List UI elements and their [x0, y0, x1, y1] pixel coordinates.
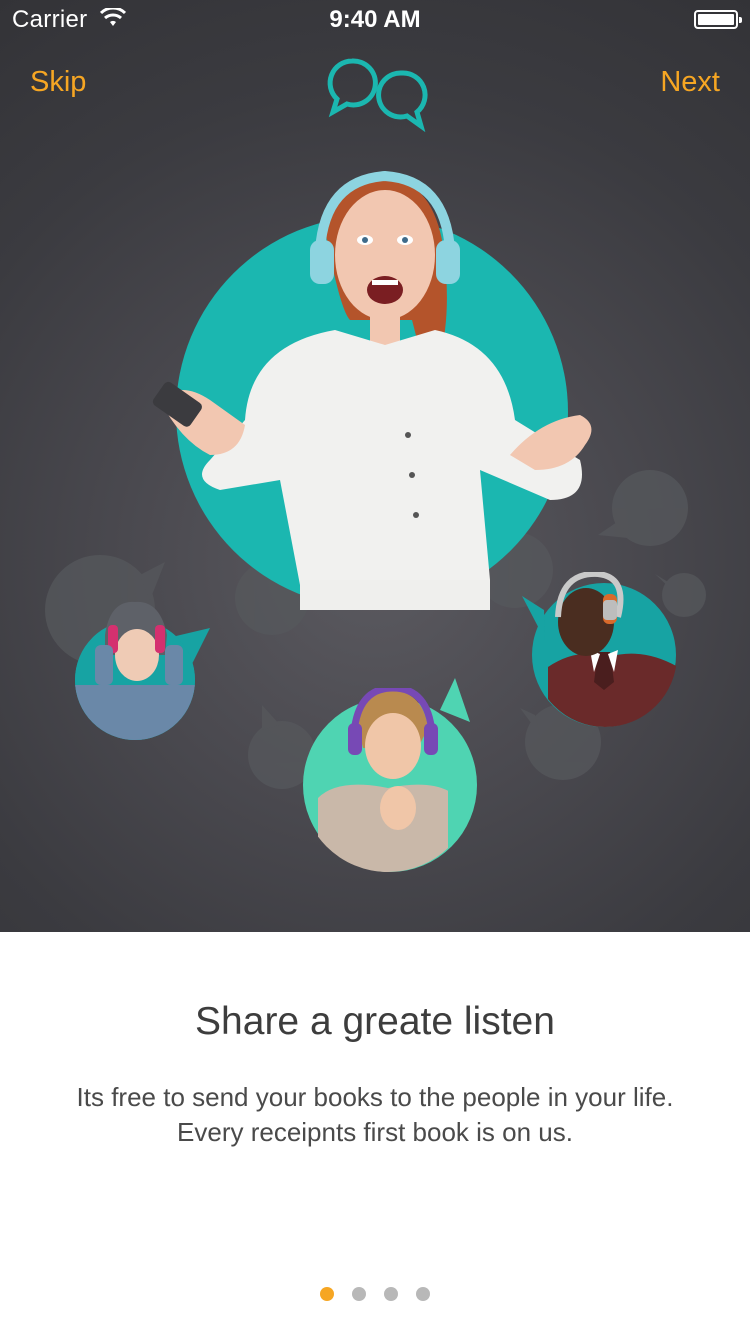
battery-icon [694, 10, 742, 29]
page-dot-3[interactable] [384, 1287, 398, 1301]
person-photo-bottom [318, 688, 448, 872]
page-indicator[interactable] [0, 1287, 750, 1301]
onboarding-content: Share a greate listen Its free to send y… [0, 932, 750, 1334]
person-photo-main [152, 170, 592, 610]
person-photo-right [548, 572, 677, 727]
status-time: 9:40 AM [329, 6, 421, 33]
onboarding-screen: Carrier 9:40 AM Skip Next Share a greate… [0, 0, 750, 1334]
skip-button[interactable]: Skip [30, 66, 86, 99]
onboarding-description: Its free to send your books to the peopl… [76, 1082, 674, 1147]
page-dot-2[interactable] [352, 1287, 366, 1301]
page-dot-1[interactable] [320, 1287, 334, 1301]
page-dot-4[interactable] [416, 1287, 430, 1301]
hero-illustration: Carrier 9:40 AM Skip Next [0, 0, 750, 932]
chat-bubbles-icon [327, 58, 428, 132]
next-button[interactable]: Next [660, 66, 720, 99]
status-bar: Carrier 9:40 AM [0, 0, 750, 40]
person-photo-left [75, 601, 195, 740]
onboarding-title: Share a greate listen [195, 1000, 555, 1043]
